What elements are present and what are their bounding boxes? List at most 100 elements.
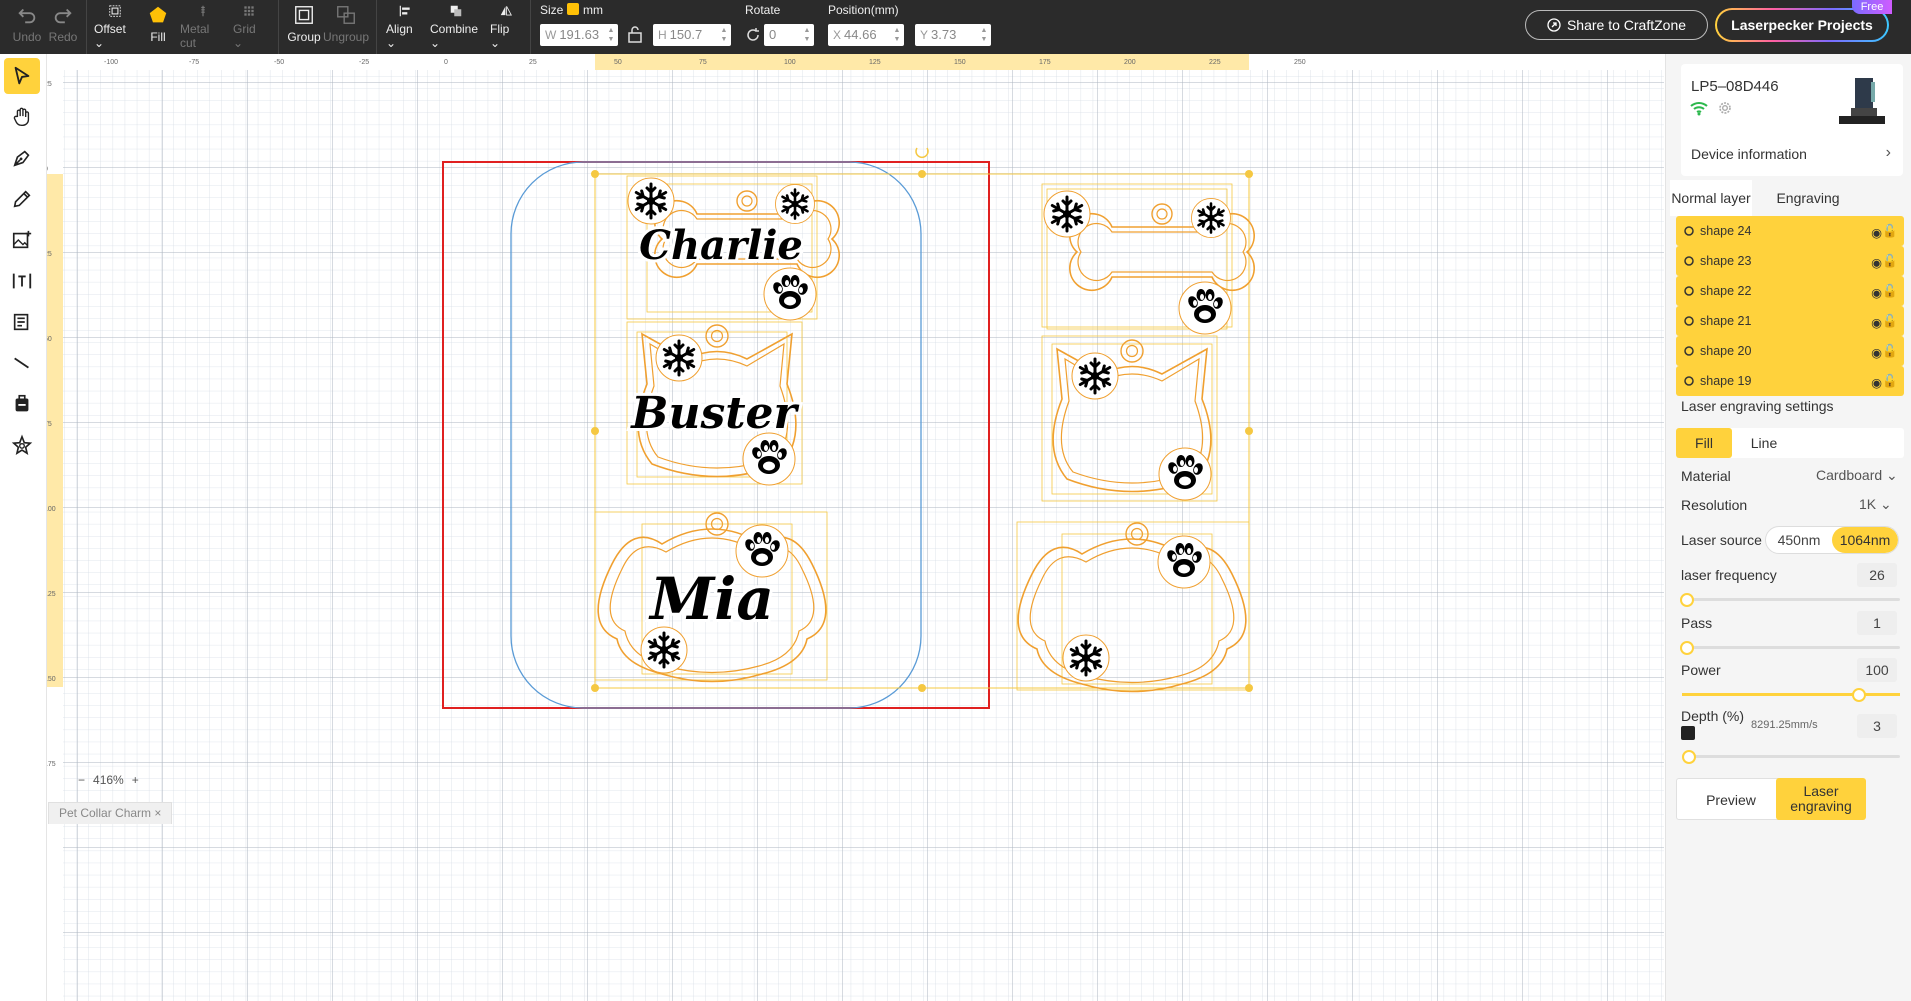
paw-shape[interactable] <box>735 524 789 578</box>
preview-button[interactable]: Preview <box>1676 778 1786 820</box>
grid-button[interactable]: Grid ⌄ <box>233 4 265 50</box>
width-value: 191.63 <box>559 27 600 42</box>
layer-item[interactable]: shape 24 ◉ 🔓 <box>1676 216 1904 246</box>
pass-slider[interactable] <box>1680 641 1900 655</box>
snowflake-shape[interactable] <box>775 184 814 223</box>
lock-icon[interactable]: 🔓 <box>1882 374 1898 389</box>
width-field[interactable]: W 191.63 ▲ ▼ <box>540 24 618 46</box>
depth-link-icon[interactable] <box>1681 726 1695 740</box>
paw-shape[interactable] <box>742 432 796 486</box>
snowflake-shape[interactable] <box>1063 635 1109 681</box>
pencil-icon <box>13 190 31 208</box>
tab-normal-layer[interactable]: Normal layer <box>1670 180 1752 216</box>
undo-button[interactable]: Undo <box>10 4 44 50</box>
snowflake-shape[interactable] <box>1044 191 1090 237</box>
paw-shape[interactable] <box>1158 447 1212 501</box>
ungroup-button[interactable]: Ungroup <box>323 4 369 50</box>
ruler-tick-label: 150 <box>954 59 966 66</box>
close-icon[interactable]: × <box>154 806 161 820</box>
magic-tool[interactable] <box>4 427 40 463</box>
pen-tool[interactable] <box>4 140 40 176</box>
depth-slider[interactable] <box>1682 750 1900 764</box>
eye-icon[interactable]: ◉ <box>1871 255 1882 270</box>
line-tool[interactable] <box>4 345 40 381</box>
text-tool[interactable] <box>4 263 40 299</box>
zoom-in-button[interactable]: + <box>132 773 139 787</box>
fill-mode-button[interactable]: Fill <box>1676 428 1732 458</box>
share-icon <box>1547 18 1561 32</box>
eye-icon[interactable]: ◉ <box>1871 225 1882 240</box>
select-tool[interactable] <box>4 58 40 94</box>
rotate-field[interactable]: 0 ▲ ▼ <box>764 24 814 46</box>
line-mode-button[interactable]: Line <box>1736 428 1792 458</box>
height-field[interactable]: H 150.7 ▲ ▼ <box>653 24 731 46</box>
fill-button[interactable]: Fill <box>143 4 173 50</box>
flip-button[interactable]: Flip ⌄ <box>490 4 522 50</box>
layer-item[interactable]: shape 21 ◉ 🔓 <box>1676 306 1904 336</box>
ruler-tick-label: 25 <box>47 81 52 88</box>
hand-tool[interactable] <box>4 99 40 135</box>
engraving-settings-title: Laser engraving settings <box>1681 398 1834 414</box>
pass-input[interactable]: 1 <box>1857 611 1897 635</box>
paw-shape[interactable] <box>763 267 817 321</box>
eye-icon[interactable]: ◉ <box>1871 285 1882 300</box>
source-1064nm[interactable]: 1064nm <box>1832 527 1898 553</box>
lock-icon[interactable]: 🔓 <box>1882 254 1898 269</box>
align-button[interactable]: Align ⌄ <box>386 4 424 50</box>
file-tab[interactable]: Pet Collar Charm × <box>48 802 173 824</box>
charlie-text[interactable]: Charlie <box>636 219 806 272</box>
unit-checkbox[interactable] <box>567 3 579 15</box>
source-450nm[interactable]: 450nm <box>1766 527 1832 553</box>
group-button[interactable]: Group <box>286 4 322 50</box>
design-canvas[interactable]: -100 -75 -50 -25 0 25 50 75 100 125 150 … <box>47 54 1664 1001</box>
material-tool[interactable] <box>4 386 40 422</box>
snowflake-shape[interactable] <box>641 627 687 673</box>
snowflake-shape[interactable] <box>628 178 674 224</box>
lock-icon[interactable]: 🔓 <box>1882 284 1898 299</box>
metal-cut-button[interactable]: Metal cut <box>180 4 226 50</box>
eye-icon[interactable]: ◉ <box>1871 345 1882 360</box>
power-input[interactable]: 100 <box>1857 658 1897 682</box>
frequency-slider[interactable] <box>1680 593 1900 607</box>
lock-icon[interactable]: 🔓 <box>1882 314 1898 329</box>
ruler-tick-label: 175 <box>1039 59 1051 66</box>
layer-item[interactable]: shape 23 ◉ 🔓 <box>1676 246 1904 276</box>
y-position-field[interactable]: Y 3.73 ▲ ▼ <box>915 24 991 46</box>
snowflake-shape[interactable] <box>1072 353 1118 399</box>
zoom-control: − 416% + <box>78 769 168 791</box>
layer-name: shape 21 <box>1700 314 1752 328</box>
lock-icon[interactable]: 🔓 <box>1882 344 1898 359</box>
paw-shape[interactable] <box>1178 281 1232 335</box>
power-slider[interactable] <box>1682 688 1900 702</box>
device-info-link[interactable]: Device information <box>1691 146 1807 162</box>
gear-icon[interactable] <box>1717 100 1733 116</box>
layer-item[interactable]: shape 22 ◉ 🔓 <box>1676 276 1904 306</box>
zoom-out-button[interactable]: − <box>78 773 85 787</box>
chevron-right-icon[interactable]: › <box>1886 144 1891 162</box>
laser-engraving-button[interactable]: Laser engraving <box>1776 778 1866 820</box>
offset-button[interactable]: Offset ⌄ <box>94 4 136 50</box>
tab-engraving-layer[interactable]: Engraving layer <box>1762 180 1854 242</box>
snowflake-shape[interactable] <box>656 335 702 381</box>
lock-ratio-icon[interactable] <box>628 25 642 43</box>
redo-button[interactable]: Redo <box>46 4 80 50</box>
snowflake-shape[interactable] <box>1191 198 1230 237</box>
pen-nib-icon <box>13 150 30 167</box>
barcode-tool[interactable] <box>4 304 40 340</box>
depth-input[interactable]: 3 <box>1857 714 1897 738</box>
resolution-select[interactable]: 1K ⌄ <box>1859 496 1892 513</box>
share-craftzone-button[interactable]: Share to CraftZone <box>1525 10 1708 40</box>
combine-button[interactable]: Combine ⌄ <box>430 4 482 50</box>
layer-item[interactable]: shape 20 ◉ 🔓 <box>1676 336 1904 366</box>
buster-text[interactable]: Buster <box>626 385 802 442</box>
paw-shape[interactable] <box>1157 535 1211 589</box>
material-select[interactable]: Cardboard ⌄ <box>1816 467 1898 484</box>
x-position-field[interactable]: X 44.66 ▲ ▼ <box>828 24 904 46</box>
image-tool[interactable] <box>4 222 40 258</box>
eye-icon[interactable]: ◉ <box>1871 375 1882 390</box>
pencil-tool[interactable] <box>4 181 40 217</box>
frequency-input[interactable]: 26 <box>1857 563 1897 587</box>
eye-icon[interactable]: ◉ <box>1871 315 1882 330</box>
layer-item[interactable]: shape 19 ◉ 🔓 <box>1676 366 1904 396</box>
lock-icon[interactable]: 🔓 <box>1882 224 1898 239</box>
